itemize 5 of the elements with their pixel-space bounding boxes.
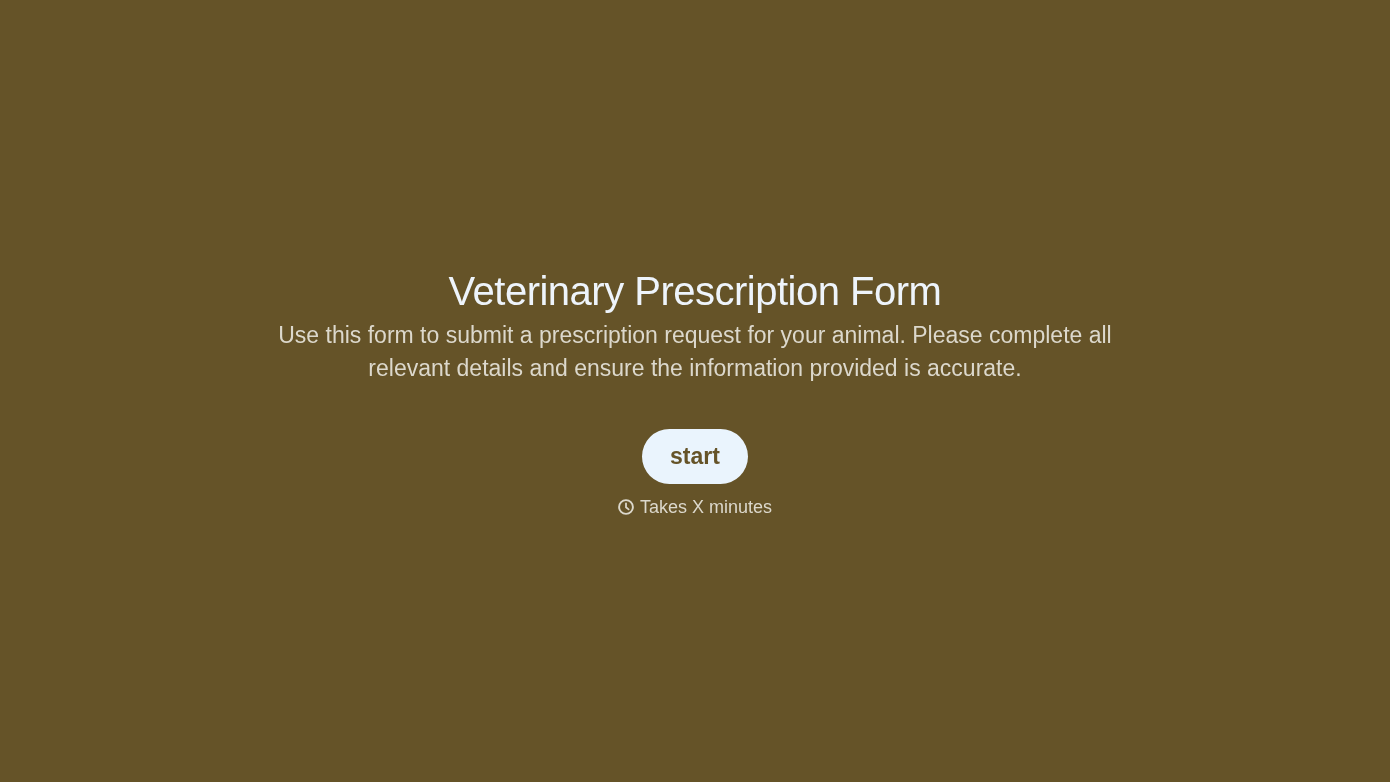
- clock-icon: [617, 498, 634, 515]
- form-title: Veterinary Prescription Form: [448, 267, 942, 315]
- form-description: Use this form to submit a prescription request for your animal. Please complete all relevant details and ensure the information provided is accurate.: [277, 320, 1113, 383]
- start-button[interactable]: start: [642, 428, 748, 484]
- duration-text: Takes X minutes: [639, 495, 773, 518]
